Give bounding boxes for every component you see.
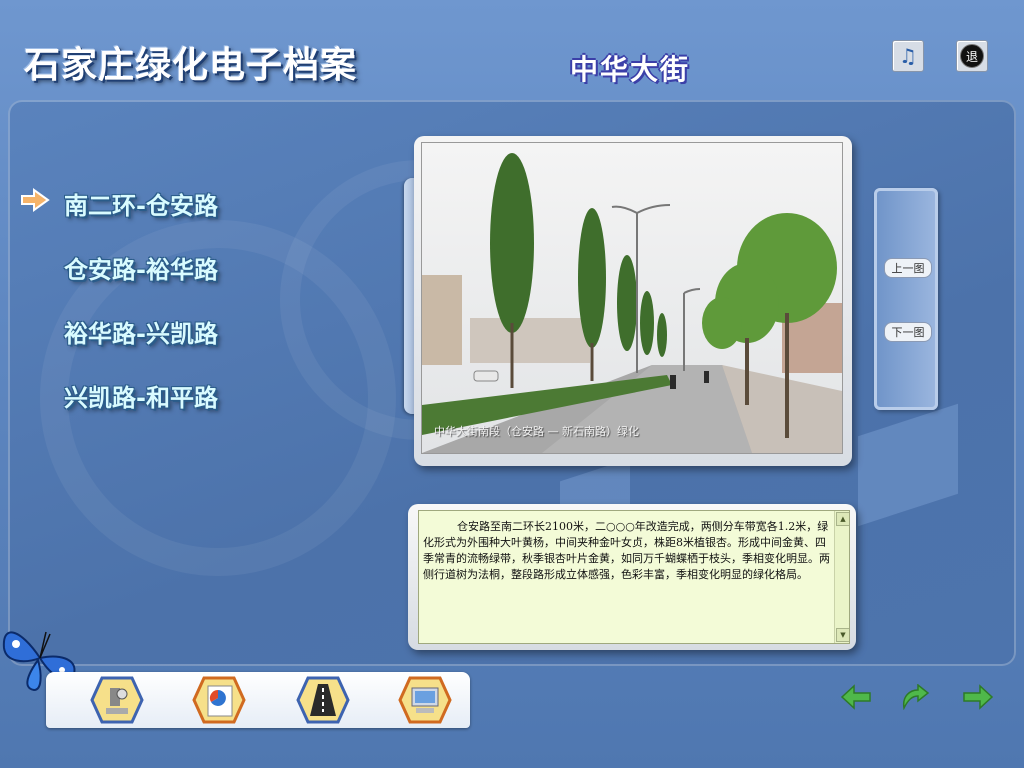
- street-photo: 中华大街南段（仓安路 — 新石南路）绿化: [421, 142, 843, 454]
- image-nav-panel: [874, 188, 938, 410]
- menu-item-nanerhuan-canganlu[interactable]: 南二环-仓安路: [64, 186, 218, 221]
- scroll-up-icon[interactable]: ▲: [836, 512, 849, 526]
- computer-monitor-icon[interactable]: [398, 676, 452, 724]
- music-note-icon: ♫: [899, 44, 917, 68]
- exit-icon: 退: [960, 44, 984, 68]
- app-title: 石家庄绿化电子档案: [24, 45, 358, 86]
- prev-image-button[interactable]: 上一图: [884, 258, 932, 278]
- photo-caption: 中华大街南段（仓安路 — 新石南路）绿化: [434, 425, 639, 438]
- street-name: 中华大街: [570, 53, 691, 86]
- menu-item-xingkailu-hepinglu[interactable]: 兴凯路-和平路: [64, 378, 218, 413]
- street-scene-image: [422, 143, 842, 453]
- exit-button[interactable]: 退: [956, 40, 988, 72]
- road-icon[interactable]: [296, 676, 350, 724]
- menu-item-yuhualu-xingkailu[interactable]: 裕华路-兴凯路: [64, 314, 218, 349]
- microscope-icon[interactable]: [90, 676, 144, 724]
- next-image-button[interactable]: 下一图: [884, 322, 932, 342]
- description-text: 仓安路至南二环长2100米，二○○○年改造完成，两侧分车带宽各1.2米，绿化形式…: [423, 520, 830, 581]
- menu-item-canganlu-yuhualu[interactable]: 仓安路-裕华路: [64, 250, 218, 285]
- selected-arrow-icon: [21, 188, 50, 212]
- pie-chart-document-icon[interactable]: [192, 676, 246, 724]
- scroll-down-icon[interactable]: ▼: [836, 628, 849, 642]
- return-arrow-icon[interactable]: [898, 684, 930, 710]
- back-arrow-icon[interactable]: [840, 684, 872, 710]
- description-box: 仓安路至南二环长2100米，二○○○年改造完成，两侧分车带宽各1.2米，绿化形式…: [418, 510, 850, 644]
- description-scrollbar[interactable]: ▲ ▼: [834, 511, 849, 643]
- forward-arrow-icon[interactable]: [962, 684, 994, 710]
- music-button[interactable]: ♫: [892, 40, 924, 72]
